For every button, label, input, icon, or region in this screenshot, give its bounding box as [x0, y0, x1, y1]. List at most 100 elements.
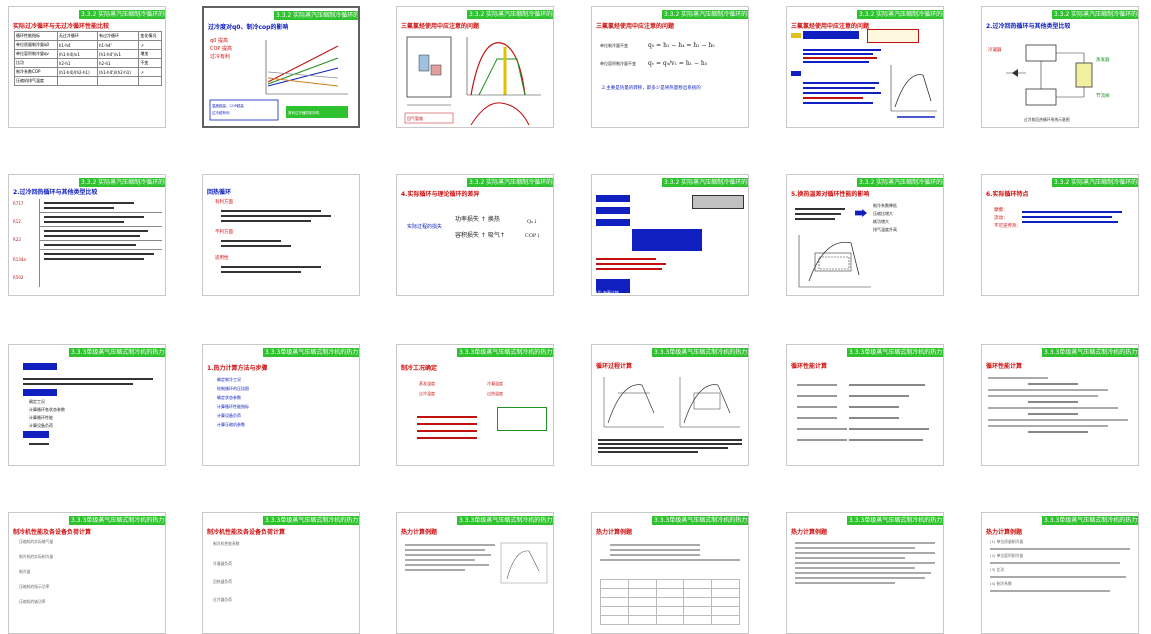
list-item: 绘制循环的压焓图	[217, 386, 249, 391]
arrow-right-icon	[855, 209, 867, 217]
table-cell: (h1-h4)/(h2-h1)	[56, 67, 98, 77]
table-cell: 不变	[138, 58, 162, 68]
slide-thumbnail-14[interactable]: 3.3.3单级蒸气压缩式制冷机的热力计算 1.热力计算方法与步骤 确定制冷工况 …	[202, 344, 360, 466]
slide-thumbnail-17[interactable]: 3.3.3单级蒸气压缩式制冷机的热力计算 循环性能计算	[786, 344, 944, 466]
body-text: 单位制冷量不变	[600, 43, 628, 48]
ph-diagram	[890, 65, 937, 118]
list-item: 计算循环各状态参数	[29, 407, 65, 412]
table-cell: 单位容积制冷量qv	[14, 49, 58, 59]
slide-thumbnail-10[interactable]: 3.3.2 实际蒸汽压缩制冷循环的影响 (1) 吸气过热 (2) 有效过热 (3…	[591, 174, 749, 296]
slide-header-bar: 3.3.2 实际蒸汽压缩制冷循环的影响	[79, 178, 165, 187]
slide-header-bar: 3.3.2 实际蒸汽压缩制冷循环的影响	[857, 10, 943, 19]
list-item: 计算循环性能指标	[217, 404, 249, 409]
list-item: 压缩比增大	[873, 211, 893, 216]
slide-thumbnail-2[interactable]: 3.3.2 实际蒸汽压缩制冷循环的影响 过冷度对q0、制冷cop的影响 q0 提…	[202, 6, 360, 128]
slide-title: 热力计算例题	[986, 529, 1023, 536]
ph-diagram	[500, 542, 548, 584]
slide-thumbnail-4[interactable]: 3.3.2 实际蒸汽压缩制冷循环的影响 三氟氯烃使用中应注意的问题 单位制冷量不…	[591, 6, 749, 128]
list-item: (1) 单位质量制冷量	[990, 539, 1024, 544]
list-item: 排气温度升高	[873, 227, 897, 232]
list-item: 计算循环性能	[29, 415, 53, 420]
table-cell: 比功	[14, 58, 58, 68]
svg-text:过冷有利: 过冷有利	[210, 53, 230, 60]
table-cell	[138, 76, 162, 86]
slide-thumbnail-16[interactable]: 3.3.3单级蒸气压缩式制冷机的热力计算 循环过程计算	[591, 344, 749, 466]
table-cell: h1-h4'	[96, 40, 140, 50]
slide-header-bar: 3.3.3单级蒸气压缩式制冷机的热力计算	[652, 348, 748, 357]
table-cell: 单位质量制冷量q0	[14, 40, 58, 50]
section-tag: 热力计算目的	[23, 363, 57, 379]
list-item: 制冷系数降低	[873, 203, 897, 208]
slide-title: 三氟氯烃使用中应注意的问题	[791, 23, 870, 30]
table-header-cell: 循环性能指标	[14, 31, 58, 41]
field-label: 冷凝温度	[487, 381, 503, 386]
table-header-cell: 无过冷循环	[56, 31, 98, 41]
list-item: 计算设备负荷	[217, 413, 241, 418]
table-cell: (h1-h4)/v1	[56, 49, 98, 59]
slide-thumbnail-3[interactable]: 3.3.2 实际蒸汽压缩制冷循环的影响 三氟氯烃使用中应注意的问题 回气管路	[396, 6, 554, 128]
bullet-marker	[791, 33, 801, 38]
slide-header-bar: 3.3.2 实际蒸汽压缩制冷循环的影响	[1052, 10, 1138, 19]
slide-header-bar: 3.3.3单级蒸气压缩式制冷机的热力计算	[457, 516, 553, 525]
list-item: 压缩机的指示功率	[19, 584, 50, 589]
slide-thumbnail-6[interactable]: 3.3.2 实际蒸汽压缩制冷循环的影响 2.过冷回热循环与其他类型比较 冷凝器 …	[981, 6, 1139, 128]
slide-thumbnail-13[interactable]: 3.3.3单级蒸气压缩式制冷机的热力计算 热力计算目的 主要方法 确定工况 计算…	[8, 344, 166, 466]
list-item: 压缩机的实际输气量	[19, 539, 54, 544]
slide-thumbnail-9[interactable]: 3.3.2 实际蒸汽压缩制冷循环的影响 4.实际循环与理论循环的差异 实际过程的…	[396, 174, 554, 296]
table-cell: h2-h1	[96, 58, 140, 68]
table-cell: 增加	[138, 49, 162, 59]
field-label: 过热温度	[487, 391, 503, 396]
table-cell: h2-h1	[56, 58, 98, 68]
bullet-item: 适用性	[215, 256, 229, 261]
slide-thumbnail-12[interactable]: 3.3.2 实际蒸汽压缩制冷循环的影响 6.实际循环特点 摩擦： 流动： 不可逆…	[981, 174, 1139, 296]
slide-title: 制冷工况确定	[401, 365, 438, 372]
list-item: 压缩机的轴功率	[19, 599, 46, 604]
slide-header-bar: 3.3.2 实际蒸汽压缩制冷循环的影响	[79, 10, 165, 19]
component-label: 冷凝器	[988, 46, 1002, 53]
slide-thumbnail-8[interactable]: 回热循环 有利方面 不利方面 适用性	[202, 174, 360, 296]
bullet-item: 不利方面	[215, 230, 233, 235]
text-block	[803, 47, 883, 77]
slide-title: 制冷机性能及各设备负荷计算	[13, 529, 92, 536]
text-block	[803, 79, 883, 119]
svg-text:Q₀↓: Q₀↓	[527, 219, 537, 225]
slide-thumbnail-11[interactable]: 3.3.2 实际蒸汽压缩制冷循环的影响 5.换热温差对循环性能的影响 制冷系数降…	[786, 174, 944, 296]
slide-title: 1.热力计算方法与步骤	[207, 365, 268, 372]
slide-thumbnail-5[interactable]: 3.3.2 实际蒸汽压缩制冷循环的影响 三氟氯烃使用中应注意的问题	[786, 6, 944, 128]
formula-block: q₀ = h₁ − h₄ = h₁ − h₅ qᵥ = q₀/v₁ = h₁ −…	[648, 42, 715, 67]
body-text: 实际过程的损失	[407, 224, 443, 230]
slide-thumbnail-15[interactable]: 3.3.3单级蒸气压缩式制冷机的热力计算 制冷工况确定 蒸发温度 冷凝温度 过冷…	[396, 344, 554, 466]
slide-thumbnail-1[interactable]: 3.3.2 实际蒸汽压缩制冷循环的影响 实际过冷循环与无过冷循环性能比较 循环性…	[8, 6, 166, 128]
diagram-caption: 过冷和回热循环系统示意图	[1024, 117, 1070, 122]
svg-text:功率损失 ↑ 换热: 功率损失 ↑ 换热	[455, 215, 500, 223]
component-label: 节流阀	[1096, 92, 1110, 99]
table-cell: 制冷系数COP	[14, 67, 58, 77]
slide-header-bar: 3.3.2 实际蒸汽压缩制冷循环的影响	[467, 178, 553, 187]
slide-title: 循环性能计算	[791, 363, 828, 370]
svg-text:过冷越有利: 过冷越有利	[212, 110, 230, 115]
slide-thumbnail-18[interactable]: 3.3.3单级蒸气压缩式制冷机的热力计算 循环性能计算	[981, 344, 1139, 466]
table-cell: ↗	[138, 67, 162, 77]
table-cell: (h1-h4')/v1	[96, 49, 140, 59]
section-tag: (1) 吸气过热	[596, 195, 630, 211]
slide-thumbnail-7[interactable]: 3.3.2 实际蒸汽压缩制冷循环的影响 2.过冷回热循环与其他类型比较 R717…	[8, 174, 166, 296]
slide-title: 热力计算例题	[791, 529, 828, 536]
section-tag: 主要方法	[23, 389, 57, 405]
slide-sorter-grid: 3.3.2 实际蒸汽压缩制冷循环的影响 实际过冷循环与无过冷循环性能比较 循环性…	[0, 0, 1151, 634]
slide-header-bar: 3.3.3单级蒸气压缩式制冷机的热力计算	[847, 516, 943, 525]
list-item: 冷凝器负荷	[213, 561, 232, 566]
svg-text:具有过冷器的制冷机: 具有过冷器的制冷机	[288, 110, 320, 115]
field-label: 蒸发温度	[419, 381, 435, 386]
svg-text:q0 提高: q0 提高	[210, 37, 228, 44]
list-item: 回热器负荷	[213, 579, 232, 584]
ph-diagram	[798, 235, 871, 288]
bullet-item: 流动：	[994, 216, 1008, 221]
formula-box	[867, 29, 919, 43]
list-item: 计算压缩机参数	[217, 422, 245, 427]
slide-header-bar: 3.3.3单级蒸气压缩式制冷机的热力计算	[457, 348, 553, 357]
bullet-item: 不可逆传热：	[994, 224, 1021, 229]
list-item: (4) 制冷系数	[990, 581, 1012, 586]
note-box	[497, 407, 547, 431]
row-label: R717	[13, 201, 24, 206]
slide-title: 热力计算例题	[401, 529, 438, 536]
